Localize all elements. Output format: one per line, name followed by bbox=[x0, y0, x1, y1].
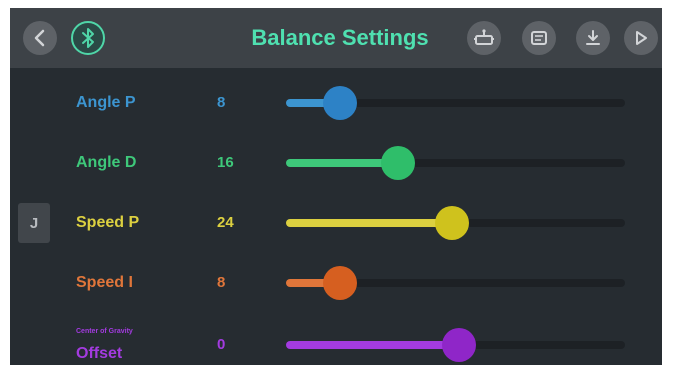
slider-knob[interactable] bbox=[323, 86, 358, 120]
slider-knob[interactable] bbox=[323, 266, 358, 300]
download-icon bbox=[586, 30, 600, 45]
robot-button[interactable] bbox=[467, 21, 501, 55]
play-button[interactable] bbox=[624, 21, 658, 55]
slider-track[interactable] bbox=[286, 206, 625, 240]
slider-row: Angle P 8 bbox=[10, 83, 662, 123]
slider-track[interactable] bbox=[286, 328, 625, 362]
slider-knob[interactable] bbox=[380, 146, 415, 180]
app-window: Balance Settings J Angle P 8 Angle D 16 … bbox=[10, 8, 662, 365]
slider-label: Angle D bbox=[76, 154, 137, 171]
slider-track[interactable] bbox=[286, 266, 625, 300]
bluetooth-button[interactable] bbox=[71, 21, 105, 55]
slider-label: Offset bbox=[76, 345, 123, 362]
download-button[interactable] bbox=[576, 21, 610, 55]
bluetooth-icon bbox=[82, 28, 94, 48]
robot-icon bbox=[474, 29, 494, 45]
slider-value: 8 bbox=[217, 274, 226, 291]
slider-value: 8 bbox=[217, 94, 226, 111]
play-icon bbox=[636, 31, 647, 45]
slider-track[interactable] bbox=[286, 86, 625, 120]
slider-fill bbox=[286, 341, 459, 349]
back-icon bbox=[34, 29, 45, 47]
back-button[interactable] bbox=[23, 21, 57, 55]
slider-value: 24 bbox=[217, 214, 234, 231]
slider-value: 0 bbox=[217, 336, 226, 353]
page-title: Balance Settings bbox=[251, 25, 429, 50]
slider-label: Speed P bbox=[76, 214, 140, 231]
slider-label: Angle P bbox=[76, 94, 136, 111]
document-icon bbox=[531, 31, 547, 45]
slider-row: Center of Gravity Offset 0 bbox=[10, 325, 662, 365]
slider-row: Speed P 24 bbox=[10, 203, 662, 243]
slider-track[interactable] bbox=[286, 146, 625, 180]
slider-row: Angle D 16 bbox=[10, 143, 662, 183]
slider-row: Speed I 8 bbox=[10, 263, 662, 303]
header-bar: Balance Settings bbox=[10, 8, 662, 68]
slider-knob[interactable] bbox=[435, 206, 470, 240]
slider-label: Speed I bbox=[76, 274, 133, 291]
slider-value: 16 bbox=[217, 154, 234, 171]
slider-knob[interactable] bbox=[441, 328, 476, 362]
document-button[interactable] bbox=[522, 21, 556, 55]
slider-fill bbox=[286, 219, 453, 227]
